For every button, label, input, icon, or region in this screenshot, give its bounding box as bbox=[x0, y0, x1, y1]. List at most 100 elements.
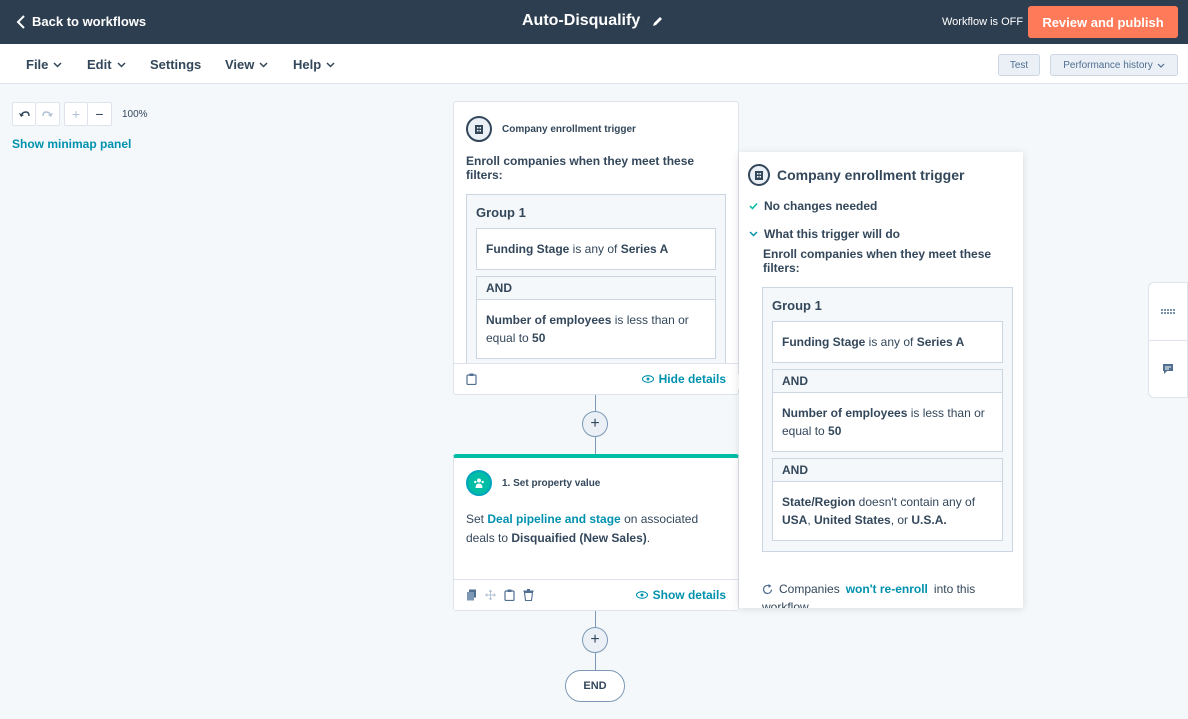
menu-settings[interactable]: Settings bbox=[150, 57, 201, 72]
right-side-tabs bbox=[1148, 282, 1188, 398]
zoom-group: + − bbox=[64, 102, 112, 126]
chevron-down-icon bbox=[326, 61, 335, 68]
reenroll-post: into this bbox=[933, 582, 976, 596]
chat-tab[interactable] bbox=[1149, 340, 1187, 397]
side-group-title: Group 1 bbox=[772, 298, 822, 313]
and-label: AND bbox=[773, 370, 1002, 393]
reenroll-pre: Companies bbox=[779, 582, 840, 596]
performance-history-button[interactable]: Performance history bbox=[1050, 54, 1178, 76]
filter-funding-stage: Funding Stage is any of Series A bbox=[476, 228, 716, 270]
side-filter-funding-stage: Funding Stage is any of Series A bbox=[772, 321, 1003, 363]
move-icon[interactable] bbox=[485, 589, 496, 601]
action-description: Set Deal pipeline and stage on associate… bbox=[454, 496, 738, 548]
show-details-link[interactable]: Show details bbox=[635, 588, 726, 602]
chevron-down-icon bbox=[53, 61, 62, 68]
side-enroll-text: Enroll companies when they meet these fi… bbox=[763, 247, 992, 275]
back-to-workflows-link[interactable]: Back to workflows bbox=[16, 14, 146, 29]
building-icon bbox=[748, 164, 770, 186]
undo-icon bbox=[18, 111, 30, 117]
zoom-controls: + − 100% bbox=[12, 102, 148, 126]
apps-tab[interactable] bbox=[1149, 283, 1187, 340]
people-icon bbox=[466, 470, 492, 496]
action-text-end: . bbox=[646, 531, 651, 545]
menu-edit[interactable]: Edit bbox=[87, 57, 126, 72]
and-label: AND bbox=[477, 277, 715, 300]
add-action-button[interactable]: + bbox=[582, 411, 608, 437]
zoom-in-button[interactable]: + bbox=[64, 102, 88, 126]
filter-value: 50 bbox=[532, 331, 546, 345]
check-icon bbox=[749, 202, 758, 210]
undo-button[interactable] bbox=[12, 102, 36, 126]
back-label: Back to workflows bbox=[32, 14, 147, 29]
menu-edit-label: Edit bbox=[87, 57, 112, 72]
reenroll-row: Companies won't re-enroll into this bbox=[739, 582, 985, 596]
filter-operator: is any of bbox=[865, 335, 917, 349]
filter-property: State/Region bbox=[782, 495, 856, 509]
eye-icon bbox=[635, 591, 648, 599]
workflow-status: Workflow is OFF bbox=[942, 16, 1024, 28]
test-button[interactable]: Test bbox=[998, 54, 1040, 76]
top-bar: Back to workflows Auto-Disqualify Workfl… bbox=[0, 0, 1188, 44]
workflow-title-text: Auto-Disqualify bbox=[522, 12, 641, 29]
show-minimap-panel-link[interactable]: Show minimap panel bbox=[12, 137, 131, 151]
trigger-details-panel: Company enrollment trigger No changes ne… bbox=[739, 152, 1023, 608]
copy-icon[interactable] bbox=[466, 589, 477, 601]
building-icon bbox=[466, 116, 492, 142]
zoom-level: 100% bbox=[122, 108, 148, 120]
filter-value: Series A bbox=[620, 242, 669, 256]
menu-help[interactable]: Help bbox=[293, 57, 335, 72]
review-and-publish-button[interactable]: Review and publish bbox=[1028, 6, 1178, 38]
filter-group: Group 1 Funding Stage is any of Series A… bbox=[466, 194, 726, 370]
wont-reenroll-link[interactable]: won't re-enroll bbox=[846, 582, 928, 596]
and-block: AND Number of employees is less than or … bbox=[476, 276, 716, 359]
minus-icon: − bbox=[95, 106, 104, 122]
clipboard-icon[interactable] bbox=[504, 589, 515, 601]
filter-property: Funding Stage bbox=[782, 335, 866, 349]
eye-icon bbox=[641, 375, 654, 383]
and-label: AND bbox=[773, 459, 1002, 482]
what-trigger-label: What this trigger will do bbox=[764, 227, 900, 241]
action-value: Disquaified (New Sales) bbox=[511, 531, 647, 545]
side-panel-header: Company enrollment trigger bbox=[739, 152, 1023, 186]
action-card-set-property[interactable]: 1. Set property value Set Deal pipeline … bbox=[453, 454, 739, 611]
chevron-down-icon bbox=[259, 61, 268, 68]
plus-icon: + bbox=[590, 631, 600, 648]
menu-view[interactable]: View bbox=[225, 57, 268, 72]
plus-icon: + bbox=[590, 415, 600, 432]
filter-separator: , bbox=[807, 513, 815, 527]
filter-value: U.S.A. bbox=[911, 513, 947, 527]
trash-icon[interactable] bbox=[523, 589, 534, 601]
redo-button[interactable] bbox=[36, 102, 60, 126]
deal-pipeline-link[interactable]: Deal pipeline and stage bbox=[487, 512, 620, 526]
trigger-card[interactable]: Company enrollment trigger Enroll compan… bbox=[453, 101, 739, 395]
filter-separator: , or bbox=[890, 513, 912, 527]
action-text-pre: Set bbox=[466, 512, 488, 526]
clipboard-icon[interactable] bbox=[466, 373, 477, 385]
side-filter-number-of-employees: Number of employees is less than or equa… bbox=[773, 393, 1002, 451]
back-chevron-icon bbox=[16, 14, 25, 29]
menu-file[interactable]: File bbox=[26, 57, 62, 72]
chevron-down-icon bbox=[1157, 63, 1165, 68]
side-panel-title: Company enrollment trigger bbox=[777, 167, 965, 183]
side-filter-state-region: State/Region doesn't contain any of USA,… bbox=[773, 482, 1002, 540]
workflow-title[interactable]: Auto-Disqualify bbox=[522, 12, 664, 30]
chevron-down-icon bbox=[749, 231, 758, 237]
menu-help-label: Help bbox=[293, 57, 322, 72]
filter-property: Number of employees bbox=[486, 313, 612, 327]
side-and-block-2: AND State/Region doesn't contain any of … bbox=[772, 458, 1003, 541]
add-action-button[interactable]: + bbox=[582, 627, 608, 653]
filter-operator: is any of bbox=[569, 242, 621, 256]
pencil-icon[interactable] bbox=[652, 15, 664, 27]
what-trigger-will-do-toggle[interactable]: What this trigger will do bbox=[739, 227, 1023, 241]
plus-icon: + bbox=[71, 106, 81, 122]
action-card-header: 1. Set property value bbox=[454, 458, 738, 496]
show-details-label: Show details bbox=[652, 588, 726, 602]
zoom-out-button[interactable]: − bbox=[88, 102, 112, 126]
performance-history-label: Performance history bbox=[1063, 59, 1153, 71]
action-card-title: 1. Set property value bbox=[502, 477, 601, 489]
group-title: Group 1 bbox=[476, 205, 526, 220]
menu-view-label: View bbox=[225, 57, 255, 72]
chat-icon bbox=[1163, 364, 1173, 374]
menu-settings-label: Settings bbox=[150, 57, 202, 72]
hide-details-link[interactable]: Hide details bbox=[641, 372, 726, 386]
